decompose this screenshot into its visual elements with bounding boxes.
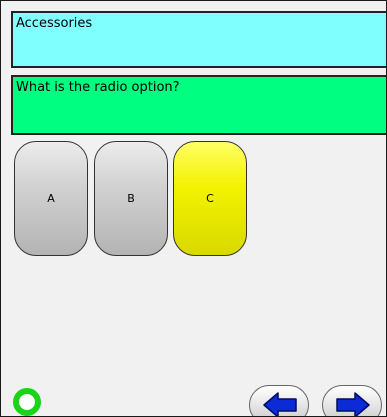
option-button-c[interactable]: C [173,141,247,256]
question-panel: What is the radio option? [11,75,386,135]
back-button[interactable] [249,385,309,416]
survey-screen: Accessories What is the radio option? A … [0,0,387,417]
option-label: C [206,192,214,205]
option-label: B [127,192,135,205]
option-label: A [47,192,55,205]
option-button-a[interactable]: A [14,141,88,256]
next-button[interactable] [322,385,382,416]
category-title: Accessories [16,16,93,31]
question-text: What is the radio option? [16,80,180,95]
right-arrow-icon [336,392,370,416]
left-arrow-icon [263,392,297,416]
category-header: Accessories [11,11,386,68]
status-ring-icon [13,388,41,416]
option-button-b[interactable]: B [94,141,168,256]
